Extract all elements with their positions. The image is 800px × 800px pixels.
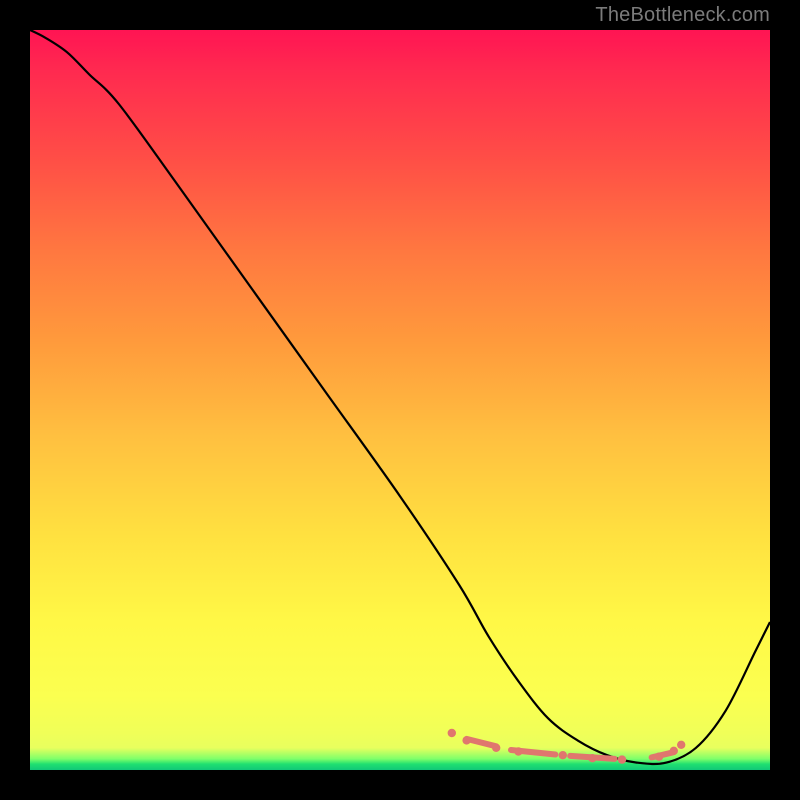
- marker-dot: [670, 747, 678, 755]
- marker-dot: [588, 754, 596, 762]
- marker-dot: [462, 736, 470, 744]
- marker-dot: [677, 741, 685, 749]
- marker-dot: [618, 755, 626, 763]
- marker-dot: [448, 729, 456, 737]
- marker-dot: [514, 747, 522, 755]
- plot-area: [30, 30, 770, 770]
- marker-dot: [559, 751, 567, 759]
- watermark-text: TheBottleneck.com: [595, 4, 770, 27]
- chart-frame: TheBottleneck.com: [0, 0, 800, 800]
- curve-line: [30, 30, 770, 764]
- marker-dot: [655, 753, 663, 761]
- marker-dot: [492, 744, 500, 752]
- chart-svg: [30, 30, 770, 770]
- marker-dash: [467, 739, 497, 746]
